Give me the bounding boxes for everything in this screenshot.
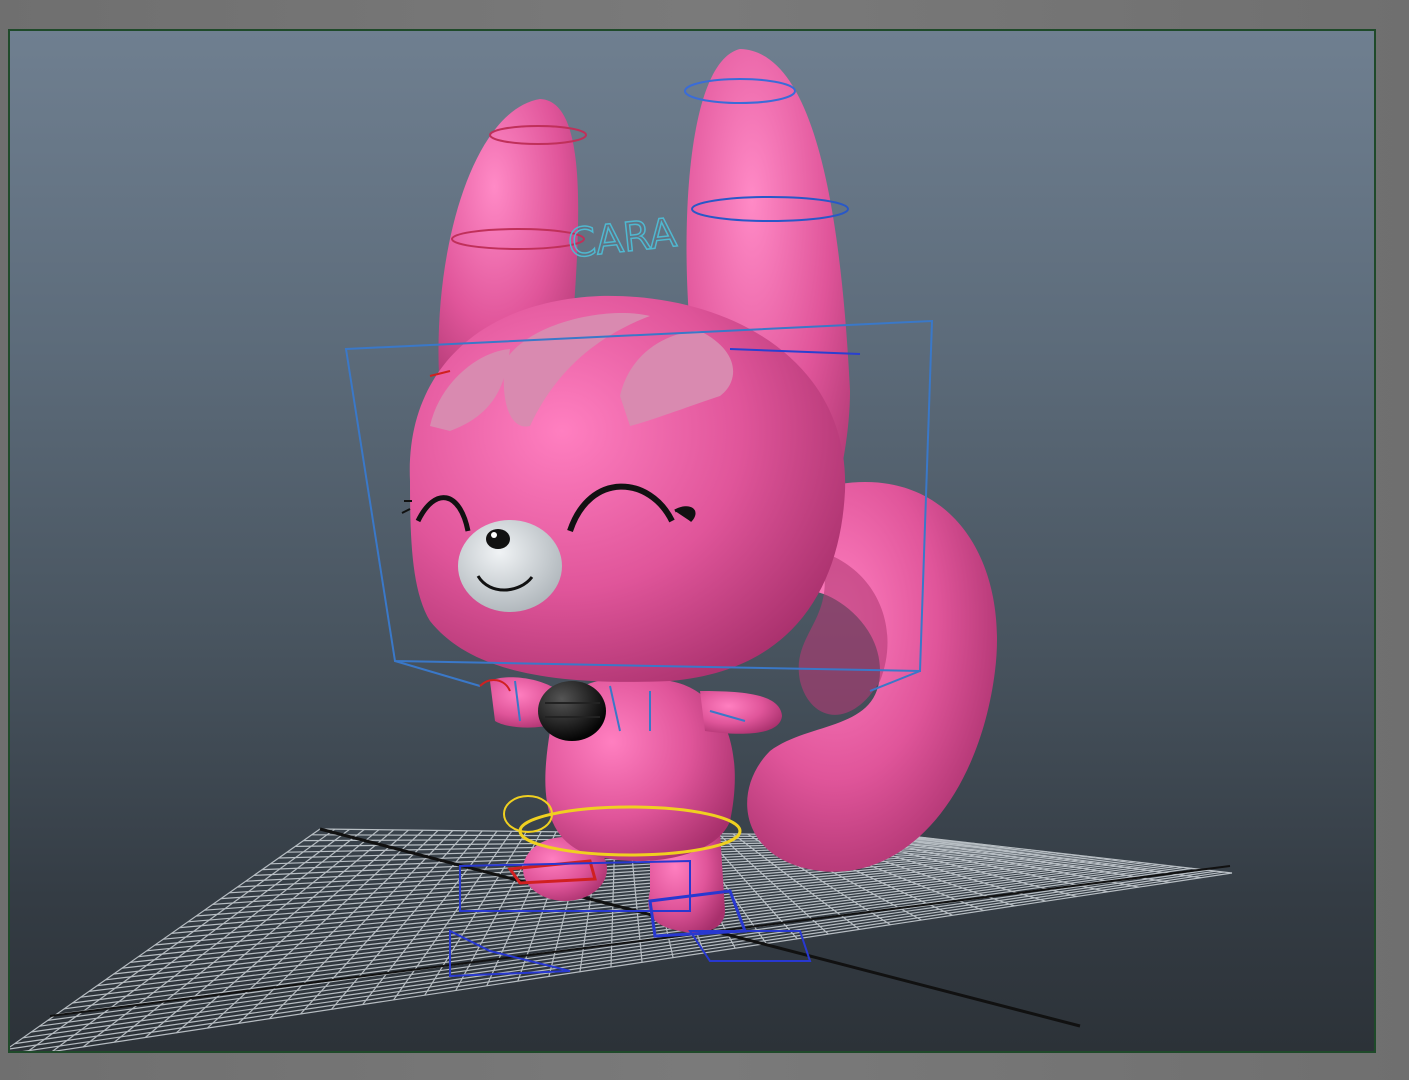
head-mesh bbox=[401, 295, 846, 682]
app-background: CARA bbox=[0, 0, 1409, 1080]
collar-ball bbox=[538, 681, 606, 741]
character-label: CARA bbox=[566, 210, 680, 267]
perspective-viewport[interactable]: CARA bbox=[8, 29, 1376, 1053]
scene-canvas[interactable]: CARA bbox=[10, 31, 1374, 1051]
